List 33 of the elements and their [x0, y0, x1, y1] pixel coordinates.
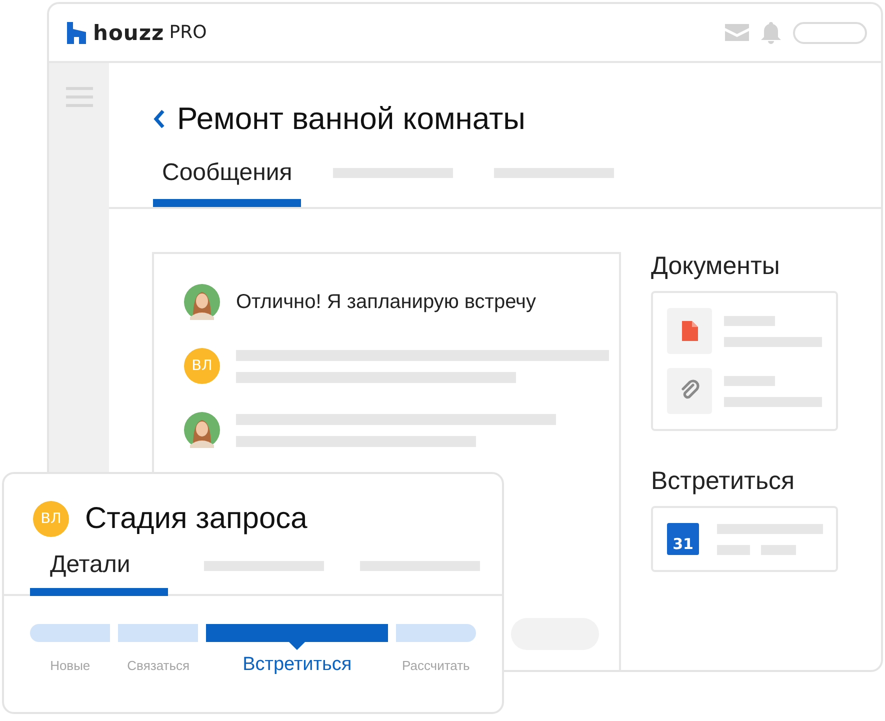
- text-placeholder: [761, 544, 796, 554]
- bell-icon[interactable]: [761, 22, 781, 44]
- stage-label: Рассчитать: [402, 658, 470, 673]
- section-title: Документы: [651, 252, 781, 281]
- text-placeholder: [724, 376, 775, 386]
- menu-icon[interactable]: [66, 87, 92, 107]
- text-placeholder: [717, 544, 750, 554]
- calendar-icon: 31: [667, 523, 699, 555]
- text-placeholder: [724, 316, 775, 326]
- document-icon: [682, 321, 698, 341]
- file-tile[interactable]: [667, 368, 712, 414]
- stage-segment[interactable]: [396, 624, 476, 642]
- stage-label: Встретиться: [242, 654, 352, 676]
- logo-icon: [67, 22, 86, 44]
- card-title: Стадия запроса: [85, 502, 308, 536]
- stage-segment[interactable]: [118, 624, 198, 642]
- logo-text: houzz: [93, 20, 164, 44]
- stage-segment[interactable]: [30, 624, 110, 642]
- back-icon[interactable]: [153, 109, 165, 129]
- avatar-initials: ВЛ: [33, 501, 69, 537]
- page-title: Ремонт ванной комнаты: [177, 101, 526, 137]
- file-tile[interactable]: [667, 308, 712, 354]
- mail-icon[interactable]: [725, 24, 749, 41]
- tab[interactable]: Детали: [30, 551, 168, 596]
- pointer-icon: [289, 642, 306, 650]
- tab[interactable]: Сообщения: [153, 159, 302, 207]
- logo-suffix: PRO: [169, 22, 207, 43]
- stage-label: Связаться: [127, 658, 190, 673]
- avatar-initials: ВЛ: [184, 348, 220, 384]
- message-text: Отлично! Я запланирую встречу: [236, 290, 536, 314]
- profile-pill[interactable]: [793, 22, 867, 44]
- stage-label: Новые: [50, 658, 90, 673]
- section-title: Встретиться: [651, 467, 796, 496]
